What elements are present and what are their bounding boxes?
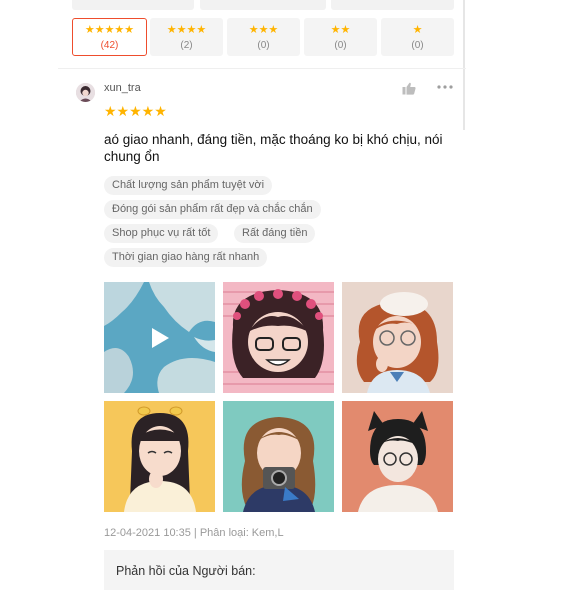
review-image[interactable]	[342, 282, 453, 393]
filter-stars: ★★	[330, 24, 351, 36]
filter-2-stars[interactable]: ★★ (0)	[304, 18, 377, 56]
filter-stars: ★★★★	[166, 24, 207, 36]
filter-4-stars[interactable]: ★★★★ (2)	[150, 18, 223, 56]
review-tag: Đóng gói sản phẩm rất đẹp và chắc chắn	[104, 200, 321, 219]
review-username[interactable]: xun_tra	[104, 82, 141, 94]
scroll-edge	[463, 0, 465, 130]
filter-stars: ★	[412, 24, 423, 36]
review-meta: 12-04-2021 10:35 | Phân loại: Kem,L	[104, 527, 284, 539]
review-comment: aó giao nhanh, đáng tiền, mặc thoáng ko …	[104, 132, 443, 164]
thumbs-up-icon[interactable]	[402, 82, 416, 95]
filter-count: (2)	[180, 40, 193, 51]
seller-reply-title: Phản hồi của Người bán:	[116, 564, 256, 578]
review-image[interactable]	[223, 401, 334, 512]
divider	[58, 68, 466, 69]
filter-chip-partial-3[interactable]	[331, 0, 454, 10]
seller-reply-box: Phản hồi của Người bán:	[104, 550, 454, 590]
right-background	[466, 0, 583, 583]
review-image[interactable]	[342, 401, 453, 512]
review-page: ★★★★★ (42) ★★★★ (2) ★★★ (0) ★★ (0) ★ (0)…	[0, 0, 583, 590]
filter-1-star[interactable]: ★ (0)	[381, 18, 454, 56]
review-tag: Chất lượng sản phẩm tuyệt vời	[104, 176, 273, 195]
more-dots-icon[interactable]	[436, 81, 454, 93]
filter-chip-partial-1[interactable]	[72, 0, 194, 10]
filter-5-stars[interactable]: ★★★★★ (42)	[72, 18, 147, 56]
review-tag: Thời gian giao hàng rất nhanh	[104, 248, 268, 267]
filter-stars: ★★★★★	[84, 24, 135, 36]
filter-count: (0)	[411, 40, 424, 51]
review-tag: Shop phục vụ rất tốt	[104, 224, 219, 243]
review-rating-stars: ★★★★★	[104, 103, 167, 119]
filter-count: (0)	[334, 40, 347, 51]
review-media-grid	[104, 282, 454, 513]
avatar[interactable]	[76, 83, 95, 102]
filter-3-stars[interactable]: ★★★ (0)	[227, 18, 300, 56]
filter-count: (0)	[257, 40, 270, 51]
review-video-thumbnail[interactable]	[104, 282, 215, 393]
review-image[interactable]	[104, 401, 215, 512]
filter-count: (42)	[100, 40, 119, 51]
play-icon[interactable]	[150, 327, 170, 349]
filter-chip-partial-2[interactable]	[200, 0, 326, 10]
review-tag: Rất đáng tiền	[234, 224, 316, 243]
review-image[interactable]	[223, 282, 334, 393]
filter-stars: ★★★	[248, 24, 279, 36]
